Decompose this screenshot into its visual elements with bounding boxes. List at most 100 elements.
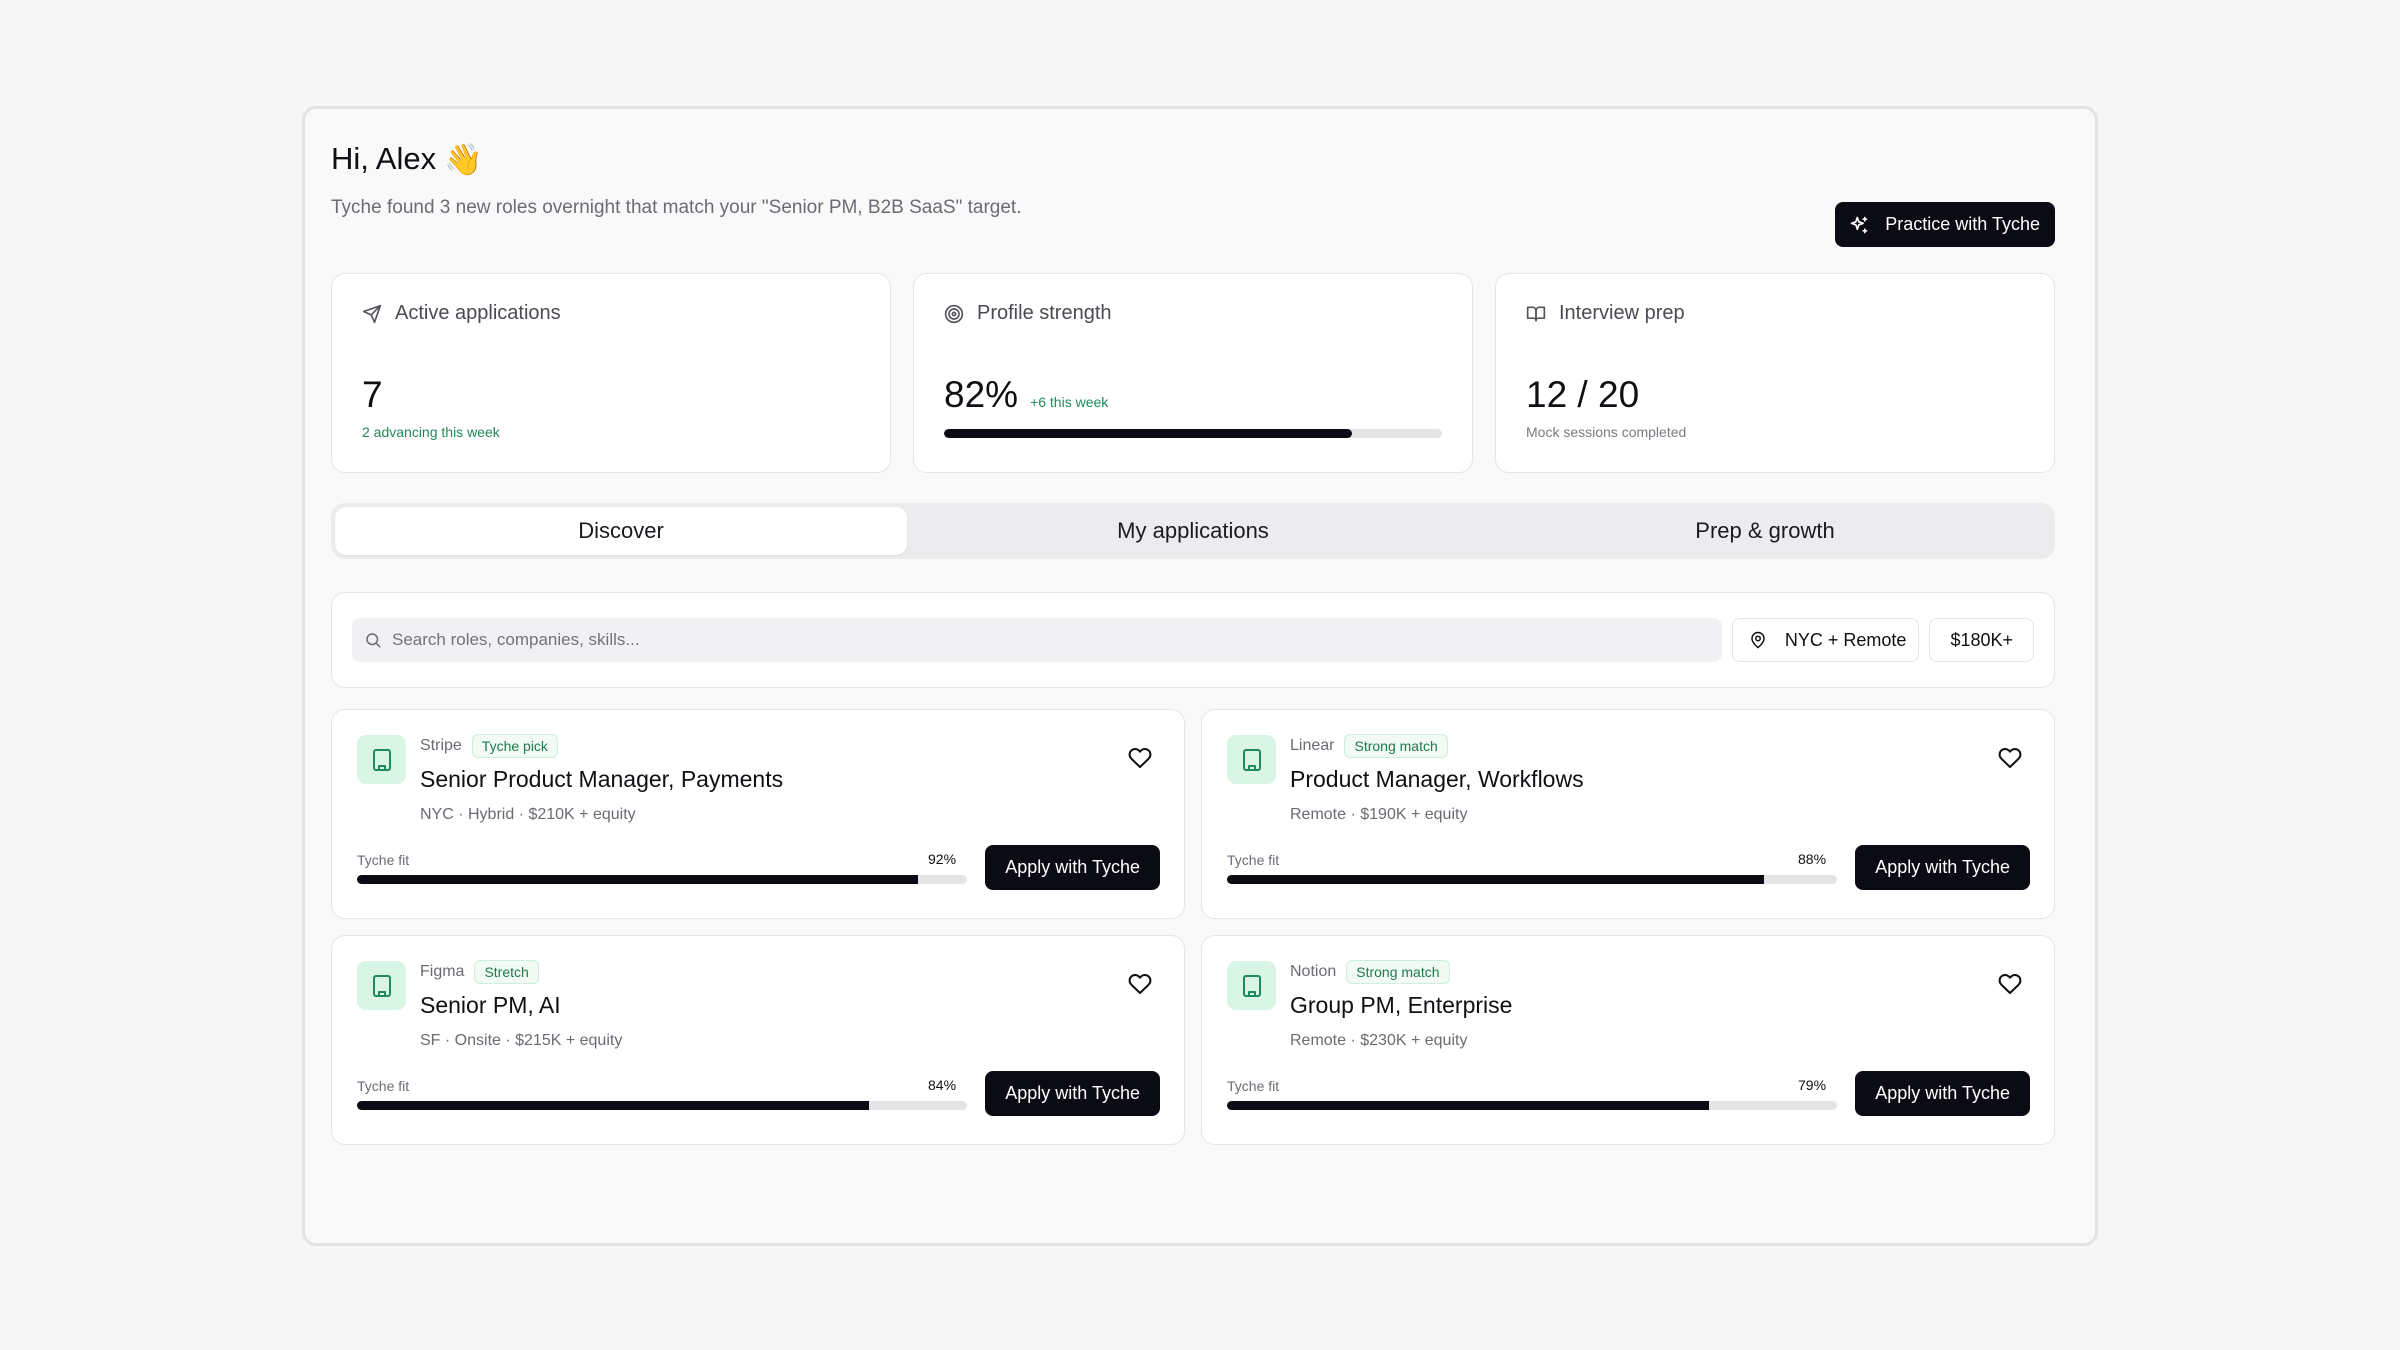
heart-icon[interactable]: [1998, 972, 2022, 996]
sparkles-icon: [1850, 216, 1868, 233]
company-logo: [357, 735, 406, 784]
stat-delta: +6 this week: [1030, 394, 1109, 410]
job-details: NYC · Hybrid · $210K + equity: [420, 806, 636, 823]
book-open-icon: [1526, 306, 1546, 321]
fit-bar-fill: [357, 1101, 870, 1110]
stat-card-interview-prep: Interview prep 12 / 20 Mock sessions com…: [1495, 273, 2055, 473]
salary-filter-label: $180K+: [1950, 629, 2013, 650]
building-icon: [372, 748, 391, 771]
heart-icon[interactable]: [1128, 972, 1152, 996]
match-badge: Stretch: [474, 960, 539, 984]
app-window: Hi, Alex 👋 Tyche found 3 new roles overn…: [302, 106, 2098, 1246]
fit-bar: [357, 875, 967, 884]
stat-value: 12 / 20: [1526, 374, 1639, 416]
job-meta: Figma Stretch: [420, 960, 539, 984]
stat-value: 7: [362, 374, 383, 416]
job-title[interactable]: Senior Product Manager, Payments: [420, 766, 783, 793]
fit-bar-fill: [1227, 875, 1764, 884]
apply-with-tyche-button[interactable]: Apply with Tyche: [1855, 1071, 2030, 1116]
tab-prep-growth[interactable]: Prep & growth: [1479, 507, 2051, 555]
job-card[interactable]: Notion Strong match Group PM, Enterprise…: [1201, 935, 2055, 1145]
stat-card-profile-strength: Profile strength 82% +6 this week: [913, 273, 1473, 473]
profile-strength-bar-fill: [944, 429, 1353, 438]
company-name: Linear: [1290, 737, 1335, 754]
fit-bar-fill: [357, 875, 919, 884]
fit-percentage: 84%: [928, 1077, 957, 1093]
wave-emoji-icon: 👋: [444, 141, 483, 177]
job-meta: Notion Strong match: [1290, 960, 1450, 984]
job-title[interactable]: Senior PM, AI: [420, 992, 561, 1019]
job-card[interactable]: Figma Stretch Senior PM, AI SF · Onsite …: [331, 935, 1185, 1145]
job-list: Stripe Tyche pick Senior Product Manager…: [331, 709, 2055, 1145]
fit-label: Tyche fit: [357, 852, 410, 868]
dashboard: Hi, Alex 👋 Tyche found 3 new roles overn…: [331, 139, 2055, 1145]
job-meta: Stripe Tyche pick: [420, 734, 558, 758]
greeting-text: Hi, Alex: [331, 141, 437, 176]
search-input[interactable]: Search roles, companies, skills...: [352, 618, 1722, 662]
stat-value: 82% +6 this week: [944, 374, 1108, 416]
stat-number: 82%: [944, 374, 1019, 415]
match-badge: Strong match: [1346, 960, 1450, 984]
fit-percentage: 79%: [1798, 1077, 1827, 1093]
job-meta: Linear Strong match: [1290, 734, 1448, 758]
company-logo: [1227, 735, 1276, 784]
match-badge: Tyche pick: [471, 734, 558, 758]
map-pin-icon: [1751, 631, 1765, 649]
greeting-subtitle: Tyche found 3 new roles overnight that m…: [331, 197, 1022, 218]
stat-header: Active applications: [362, 302, 860, 325]
target-icon: [944, 304, 964, 323]
fit-bar-fill: [1227, 1101, 1709, 1110]
stat-note: 2 advancing this week: [362, 424, 500, 440]
stat-header: Profile strength: [944, 302, 1442, 325]
tab-my-applications[interactable]: My applications: [907, 507, 1479, 555]
stat-number: 12 / 20: [1526, 374, 1640, 415]
heart-icon[interactable]: [1128, 746, 1152, 770]
stat-number: 7: [362, 374, 383, 415]
stat-label: Profile strength: [977, 302, 1112, 324]
location-filter-button[interactable]: NYC + Remote: [1731, 618, 1920, 662]
apply-with-tyche-button[interactable]: Apply with Tyche: [1855, 845, 2030, 890]
tab-bar: Discover My applications Prep & growth: [331, 503, 2055, 559]
salary-filter-button[interactable]: $180K+: [1929, 618, 2034, 662]
stats-row: Active applications 7 2 advancing this w…: [331, 273, 2055, 473]
heart-icon[interactable]: [1998, 746, 2022, 770]
search-icon: [366, 633, 381, 648]
fit-label: Tyche fit: [357, 1078, 410, 1094]
building-icon: [372, 974, 391, 997]
match-badge: Strong match: [1344, 734, 1448, 758]
fit-label: Tyche fit: [1227, 852, 1280, 868]
fit-bar: [1227, 1101, 1837, 1110]
search-placeholder: Search roles, companies, skills...: [392, 630, 640, 649]
stat-header: Interview prep: [1526, 302, 2024, 325]
company-logo: [1227, 961, 1276, 1010]
practice-button-label: Practice with Tyche: [1885, 214, 2040, 234]
building-icon: [1242, 748, 1261, 771]
company-name: Figma: [420, 963, 465, 980]
job-card[interactable]: Stripe Tyche pick Senior Product Manager…: [331, 709, 1185, 919]
stat-card-active-applications: Active applications 7 2 advancing this w…: [331, 273, 891, 473]
practice-with-tyche-button[interactable]: Practice with Tyche: [1835, 202, 2055, 247]
stat-note: Mock sessions completed: [1526, 424, 1687, 440]
stat-label: Interview prep: [1559, 302, 1685, 324]
company-name: Stripe: [420, 737, 462, 754]
profile-strength-bar: [944, 429, 1442, 438]
job-details: Remote · $190K + equity: [1290, 806, 1468, 823]
apply-with-tyche-button[interactable]: Apply with Tyche: [985, 845, 1160, 890]
job-details: SF · Onsite · $215K + equity: [420, 1032, 623, 1049]
job-title[interactable]: Group PM, Enterprise: [1290, 992, 1512, 1019]
tab-discover[interactable]: Discover: [335, 507, 907, 555]
company-name: Notion: [1290, 963, 1337, 980]
building-icon: [1242, 974, 1261, 997]
search-panel: Search roles, companies, skills... NYC +…: [331, 592, 2055, 688]
job-title[interactable]: Product Manager, Workflows: [1290, 766, 1584, 793]
fit-bar: [1227, 875, 1837, 884]
greeting: Hi, Alex 👋: [331, 139, 2055, 179]
send-icon: [362, 304, 382, 323]
job-card[interactable]: Linear Strong match Product Manager, Wor…: [1201, 709, 2055, 919]
location-filter-label: NYC + Remote: [1784, 629, 1907, 650]
fit-percentage: 88%: [1798, 851, 1827, 867]
fit-percentage: 92%: [928, 851, 957, 867]
apply-with-tyche-button[interactable]: Apply with Tyche: [985, 1071, 1160, 1116]
fit-label: Tyche fit: [1227, 1078, 1280, 1094]
fit-bar: [357, 1101, 967, 1110]
